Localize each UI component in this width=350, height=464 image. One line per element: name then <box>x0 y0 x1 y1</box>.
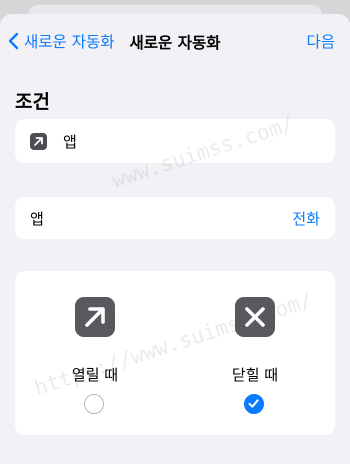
open-app-arrow-icon <box>30 133 47 150</box>
section-title-condition: 조건 <box>15 91 50 113</box>
option-when-closed-label: 닫힐 때 <box>231 366 279 384</box>
back-button-label: 새로운 자동화 <box>24 33 115 51</box>
automation-sheet: 새로운 자동화 새로운 자동화 다음 조건 앱 앱 전화 열릴 때 닫힐 때 <box>0 14 350 464</box>
app-trigger-card[interactable]: 앱 <box>15 119 335 163</box>
page-title: 새로운 자동화 <box>129 34 221 52</box>
navigation-bar: 새로운 자동화 새로운 자동화 다음 <box>0 14 350 66</box>
option-when-opened-label: 열릴 때 <box>71 366 119 384</box>
next-button[interactable]: 다음 <box>306 30 335 52</box>
open-arrow-icon <box>75 297 115 337</box>
app-row-value[interactable]: 전화 <box>292 208 320 229</box>
app-trigger-label: 앱 <box>63 133 77 151</box>
option-when-opened[interactable]: 열릴 때 <box>15 271 175 435</box>
app-row-label: 앱 <box>30 210 44 228</box>
close-x-icon <box>235 297 275 337</box>
back-button[interactable]: 새로운 자동화 <box>8 30 115 52</box>
checkmark-icon <box>248 399 259 408</box>
app-selection-row[interactable]: 앱 전화 <box>15 197 335 239</box>
chevron-left-icon <box>8 32 19 50</box>
option-when-closed[interactable]: 닫힐 때 <box>175 271 335 435</box>
radio-when-closed[interactable] <box>244 394 264 414</box>
radio-when-opened[interactable] <box>84 394 104 414</box>
trigger-options-card: 열릴 때 닫힐 때 <box>15 271 335 435</box>
